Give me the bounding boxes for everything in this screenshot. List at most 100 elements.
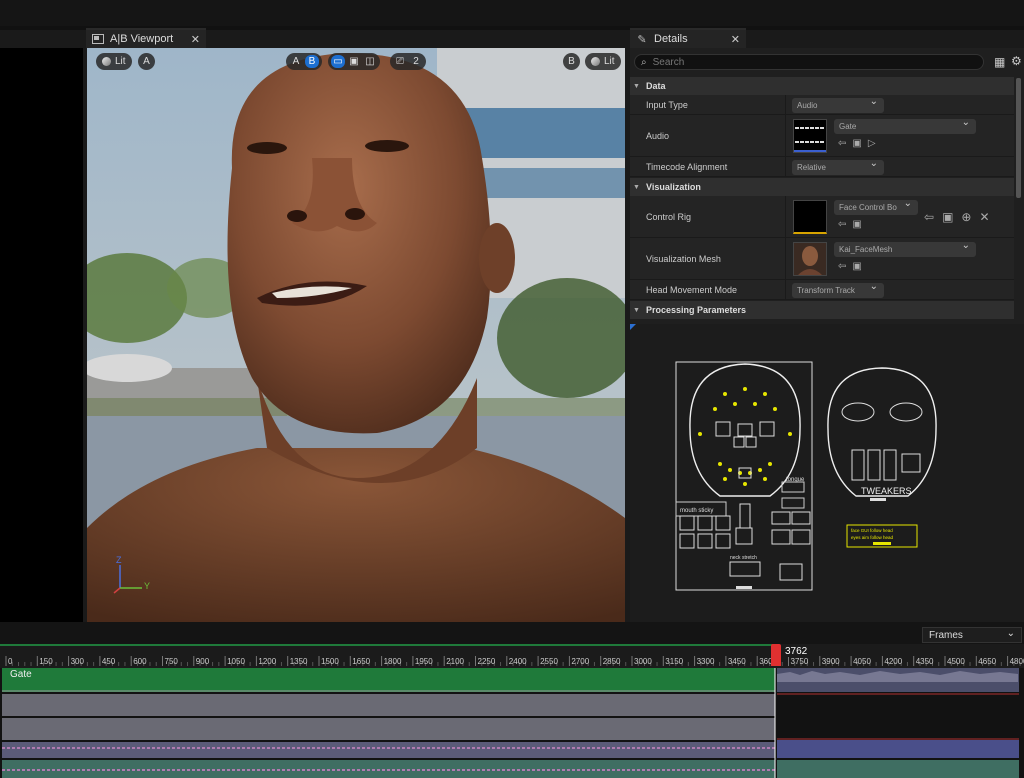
- pencil-icon: ✎: [637, 33, 647, 46]
- details-scrollbar[interactable]: [1016, 78, 1021, 198]
- lit-sphere-icon: [102, 57, 111, 66]
- view-b-button[interactable]: B: [563, 53, 580, 70]
- layout-toggle[interactable]: ▭ ▣ ◫: [328, 53, 380, 70]
- use-selected-icon[interactable]: ⇦: [924, 210, 934, 224]
- single-view-icon[interactable]: ▭: [331, 55, 345, 68]
- split-view-icon[interactable]: ◫: [363, 55, 377, 68]
- table-view-icon[interactable]: ▦: [994, 55, 1005, 69]
- row-timecode-alignment: Timecode Alignment Relative: [630, 157, 1014, 177]
- control-rig-thumbnail[interactable]: [793, 200, 827, 234]
- ruler-tick-label: 1650: [352, 657, 370, 666]
- ruler-tick-label: 300: [71, 657, 85, 666]
- tweakers-label: TWEAKERS: [861, 486, 912, 496]
- timeline-ruler[interactable]: 0 150 300 450 600 750 900 1050 1200 1350 1500 1650 1…: [0, 644, 1024, 668]
- timeline-tracks[interactable]: Gate: [0, 668, 1024, 778]
- ruler-tick-label: 4200: [884, 657, 902, 666]
- use-selected-icon[interactable]: ⇦: [838, 138, 846, 149]
- ruler-tick-label: 3900: [822, 657, 840, 666]
- view-mode-right[interactable]: Lit: [585, 53, 621, 70]
- ruler-tick-label: 600: [133, 657, 147, 666]
- row-visualization-mesh: Visualization Mesh Kai_FaceMesh ⇦ ▣: [630, 238, 1014, 280]
- audio-label: Audio: [646, 131, 670, 141]
- close-icon[interactable]: ✕: [191, 33, 200, 46]
- view-a-button[interactable]: A: [138, 53, 155, 70]
- ruler-tick-label: 4500: [947, 657, 965, 666]
- ab-b-button[interactable]: B: [305, 55, 319, 68]
- search-input[interactable]: ⌕ Search: [634, 54, 984, 70]
- browse-icon[interactable]: ▣: [852, 219, 861, 230]
- camera-count[interactable]: ⎚ 2: [390, 53, 426, 70]
- mouth-sticky-label: mouth sticky: [680, 508, 713, 514]
- ruler-tick-label: 1800: [384, 657, 402, 666]
- visualization-mesh-dropdown[interactable]: Kai_FaceMesh: [834, 240, 976, 257]
- rig-graph-panel[interactable]: mouth sticky tongue neck stretch TWEAKER…: [630, 324, 1024, 622]
- tab-ab-viewport-label: A|B Viewport: [110, 33, 174, 45]
- playhead-frame-label: 3762: [783, 646, 810, 657]
- head-movement-label: Head Movement Mode: [646, 285, 738, 295]
- track-content: [2, 668, 1019, 778]
- column-divider: [785, 95, 786, 114]
- control-rig-dropdown[interactable]: Face Control Bo: [834, 198, 918, 215]
- ruler-tick-label: 1350: [290, 657, 308, 666]
- section-processing-parameters[interactable]: Processing Parameters: [630, 301, 1014, 319]
- ruler-tick-label: 1950: [415, 657, 433, 666]
- ruler-tick-label: 2400: [509, 657, 527, 666]
- face-rig-diagram: mouth sticky tongue neck stretch TWEAKER…: [630, 324, 937, 591]
- tab-details[interactable]: ✎ Details ✕: [630, 28, 746, 48]
- audio-asset-dropdown[interactable]: Gate: [834, 117, 976, 134]
- input-type-dropdown[interactable]: Audio: [792, 96, 884, 113]
- close-icon[interactable]: ✕: [731, 33, 740, 46]
- browse-icon[interactable]: ▣: [852, 138, 861, 149]
- axis-z-label: Z: [116, 555, 122, 565]
- column-divider: [785, 238, 786, 279]
- mesh-thumbnail[interactable]: [793, 242, 827, 276]
- ruler-tick-label: 4800: [1010, 657, 1024, 666]
- ab-a-button[interactable]: A: [289, 55, 303, 68]
- ruler-tick-label: 3300: [697, 657, 715, 666]
- details-panel: ⌕ Search ▦ ⚙ Data Input Type Audio Audio…: [630, 48, 1024, 324]
- ruler-tick-label: 1500: [321, 657, 339, 666]
- waveform-icon: [794, 127, 826, 152]
- search-placeholder: Search: [652, 56, 685, 68]
- mesh-tools: ⇦ ▣: [838, 261, 862, 272]
- visualization-mesh-label: Visualization Mesh: [646, 254, 721, 264]
- add-icon[interactable]: ⊕: [961, 210, 971, 224]
- picture-in-picture-icon[interactable]: ▣: [347, 55, 361, 68]
- ruler-tick-label: 750: [165, 657, 179, 666]
- control-rig-tools: ⇦ ▣: [838, 219, 862, 230]
- browse-icon[interactable]: ▣: [852, 261, 861, 272]
- row-head-movement: Head Movement Mode Transform Track: [630, 280, 1014, 300]
- ruler-tick-label: 900: [196, 657, 210, 666]
- ruler-tick-label: 3750: [791, 657, 809, 666]
- column-divider: [785, 157, 786, 176]
- frames-dropdown[interactable]: Frames ⌄: [922, 627, 1022, 643]
- tongue-label: tongue: [786, 477, 805, 483]
- section-visualization[interactable]: Visualization: [630, 178, 1014, 196]
- clear-icon[interactable]: ✕: [979, 210, 989, 224]
- ab-viewport[interactable]: Lit A A B ▭ ▣ ◫ ⎚ 2 B Lit Z Y: [87, 48, 625, 622]
- use-selected-icon[interactable]: ⇦: [838, 219, 846, 230]
- section-data[interactable]: Data: [630, 77, 1014, 95]
- row-control-rig: Control Rig Face Control Bo ⇦ ▣ ⇦ ▣ ⊕ ✕: [630, 196, 1014, 238]
- tab-ab-viewport[interactable]: A|B Viewport ✕: [86, 28, 206, 48]
- track-label-gate: Gate: [10, 669, 32, 680]
- play-icon[interactable]: ▷: [868, 138, 876, 149]
- input-type-label: Input Type: [646, 100, 688, 110]
- ruler-tick-label: 4350: [916, 657, 934, 666]
- playhead-handle[interactable]: [771, 644, 781, 666]
- audio-thumbnail[interactable]: [793, 119, 827, 153]
- use-selected-icon[interactable]: ⇦: [838, 261, 846, 272]
- ruler-tick-label: 450: [102, 657, 116, 666]
- control-rig-extra-tools: ⇦ ▣ ⊕ ✕: [924, 210, 990, 224]
- gear-icon[interactable]: ⚙: [1011, 54, 1022, 68]
- ab-toggle[interactable]: A B: [286, 53, 322, 70]
- view-mode-left[interactable]: Lit: [96, 53, 132, 70]
- frames-dropdown-label: Frames: [929, 629, 963, 641]
- ruler-tick-label: 1050: [227, 657, 245, 666]
- timecode-alignment-dropdown[interactable]: Relative: [792, 158, 884, 175]
- viewport-render[interactable]: [87, 48, 625, 622]
- ruler-tick-label: 0: [8, 657, 13, 666]
- timecode-alignment-label: Timecode Alignment: [646, 162, 728, 172]
- head-movement-dropdown[interactable]: Transform Track: [792, 281, 884, 298]
- browse-icon[interactable]: ▣: [942, 210, 953, 224]
